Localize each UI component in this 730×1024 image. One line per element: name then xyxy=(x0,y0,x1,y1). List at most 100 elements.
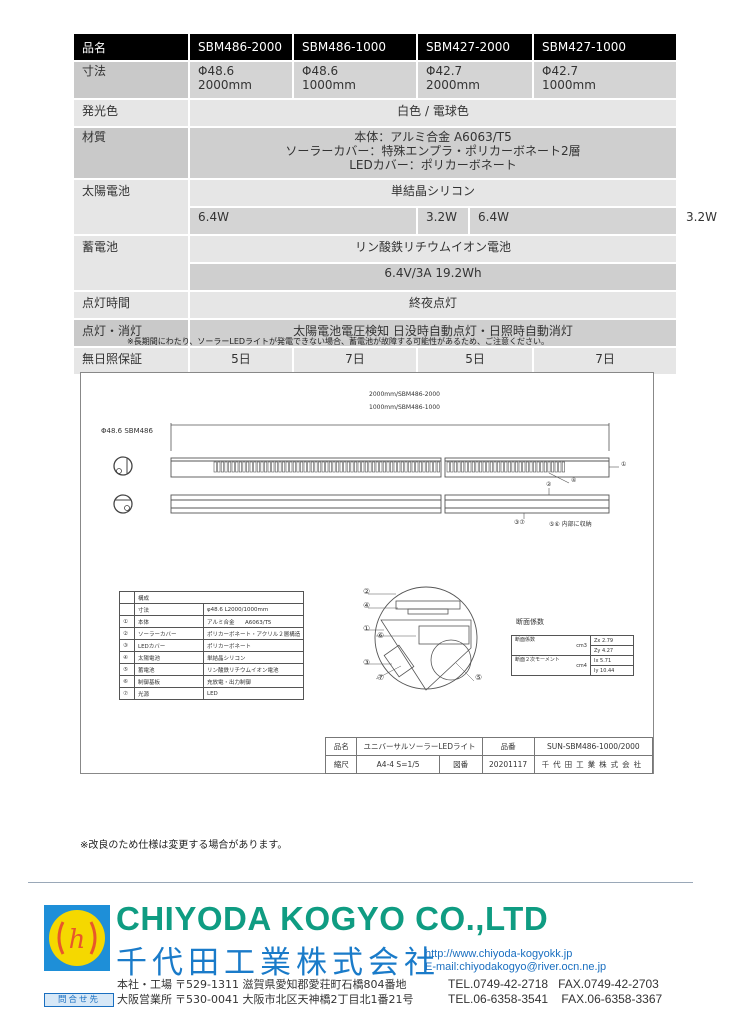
xs-callout-7: ⑦ xyxy=(377,673,385,682)
solar-cell xyxy=(479,461,483,473)
no-sun-4: 7日 xyxy=(532,346,679,376)
xs-callout-1: ① xyxy=(363,624,371,633)
battery-note: ※長期間にわたり、ソーラーLEDライトが発電できない場合、蓄電池が故障する可能性… xyxy=(127,337,550,346)
solar-cells-right xyxy=(446,461,565,473)
solar-cell xyxy=(551,461,555,473)
solar-cell xyxy=(522,461,526,473)
solar-cell xyxy=(256,461,260,473)
xs-callout-6: ⑥ xyxy=(377,631,385,640)
parts-dim-label: 寸法 xyxy=(134,603,204,616)
svg-text:h: h xyxy=(69,925,86,955)
solar-cell xyxy=(282,461,286,473)
light-time-label: 点灯時間 xyxy=(72,290,190,320)
xs-callout-4: ④ xyxy=(363,601,371,610)
parts-row: ② ソーラーカバー ポリカーボネート・アクリル２層構造 xyxy=(119,627,305,640)
solar-cell xyxy=(464,461,468,473)
solar-cell xyxy=(296,461,300,473)
title-block: 品名 ユニバーサルソーラーLEDライト 品番 SUN-SBM486-1000/2… xyxy=(324,737,654,774)
tube-bottom-view xyxy=(170,494,610,514)
solar-cell xyxy=(274,461,278,473)
inquiry-badge: 問合せ先 xyxy=(44,993,114,1007)
solar-cell xyxy=(429,461,433,473)
tb-part: SUN-SBM486-1000/2000 xyxy=(533,737,654,756)
solar-cell xyxy=(368,461,372,473)
callout-4: ④ xyxy=(571,477,577,484)
solar-cells-left xyxy=(213,461,440,473)
light-color-label: 発光色 xyxy=(72,98,190,128)
solar-cell xyxy=(224,461,228,473)
solar-cell xyxy=(415,461,419,473)
solar-cell xyxy=(325,461,329,473)
solar-cell xyxy=(350,461,354,473)
solar-cell xyxy=(364,461,368,473)
tb-name: ユニバーサルソーラーLEDライト xyxy=(356,737,483,756)
solar-cell xyxy=(422,461,426,473)
solar-cell xyxy=(343,461,347,473)
solar-cell xyxy=(307,461,311,473)
solar-cell xyxy=(461,461,465,473)
solar-cell xyxy=(561,461,565,473)
model-2: SBM486-1000 xyxy=(292,32,418,62)
solar-cell xyxy=(518,461,522,473)
solar-cell xyxy=(493,461,497,473)
solar-cell xyxy=(292,461,296,473)
header-label: 品名 xyxy=(72,32,190,62)
solar-cell xyxy=(533,461,537,473)
parts-row: ⑦ 光源 LED xyxy=(119,687,305,700)
solar-cell xyxy=(482,461,486,473)
solar-row: 太陽電池 単結晶シリコン xyxy=(72,178,679,236)
solar-cell xyxy=(486,461,490,473)
parts-row: ⑥ 制御基板 充放電・出力制御 xyxy=(119,675,305,688)
model-1: SBM486-2000 xyxy=(188,32,294,62)
no-sun-3: 5日 xyxy=(415,346,535,376)
tb-drawing-no: 20201117 xyxy=(481,755,535,774)
solar-cell xyxy=(379,461,383,473)
solar-cell xyxy=(375,461,379,473)
section-modulus-title: 断面係数 xyxy=(516,618,544,626)
solar-cell xyxy=(361,461,365,473)
solar-cell xyxy=(235,461,239,473)
parts-row: ④ 太陽電池 単結晶シリコン xyxy=(119,651,305,664)
light-time-value: 終夜点灯 xyxy=(187,290,679,320)
hq-tel: TEL.0749-42-2718 xyxy=(448,977,549,991)
solar-cell xyxy=(529,461,533,473)
company-name-en: CHIYODA KOGYO CO.,LTD xyxy=(116,900,549,937)
material-value: 本体：アルミ合金 A6063/T5 ソーラーカバー：特殊エンプラ・ポリカーボネート… xyxy=(187,126,679,180)
solar-cell xyxy=(515,461,519,473)
solar-label: 太陽電池 xyxy=(72,178,190,236)
solar-cell xyxy=(418,461,422,473)
solar-cell xyxy=(310,461,314,473)
dim-cell-1: Φ48.6 2000mm xyxy=(188,60,294,100)
solar-cell xyxy=(525,461,529,473)
solar-cell xyxy=(468,461,472,473)
solar-cell xyxy=(536,461,540,473)
website-link[interactable]: http://www.chiyoda-kogyokk.jp xyxy=(425,948,606,961)
material-label: 材質 xyxy=(72,126,190,180)
battery-spec: 6.4V/3A 19.2Wh xyxy=(187,262,679,292)
cross-section-drawing xyxy=(368,586,478,691)
solar-cell xyxy=(354,461,358,473)
callout-3-7: ③⑦ xyxy=(514,519,525,526)
section-modulus-table: 断面係数 cm3 Zx 2.79 Zy 4.27 断面２次モーメント cm4 Ix 5.… xyxy=(511,635,634,676)
callout-5-6: ⑤⑥ 内部に収納 xyxy=(549,521,592,528)
hq-fax: FAX.0749-42-2703 xyxy=(558,977,659,991)
dim-cell-4: Φ42.7 1000mm xyxy=(532,60,679,100)
solar-cell xyxy=(436,461,440,473)
spec-header-row: 品名 SBM486-2000 SBM486-1000 SBM427-2000 S… xyxy=(72,32,679,62)
solar-cell xyxy=(547,461,551,473)
solar-cell xyxy=(346,461,350,473)
solar-cell xyxy=(339,461,343,473)
solar-cell xyxy=(271,461,275,473)
solar-cell xyxy=(328,461,332,473)
email-link[interactable]: E-mail:chiyodakogyo@river.ocn.ne.jp xyxy=(425,961,606,974)
solar-cell xyxy=(400,461,404,473)
solar-cell xyxy=(554,461,558,473)
osaka-tel: TEL.06-6358-3541 xyxy=(448,992,549,1006)
parts-row: ① 本体 アルミ合金 A6063/T5 xyxy=(119,615,305,628)
osaka-fax: FAX.06-6358-3367 xyxy=(561,992,663,1006)
end-view-icon-top xyxy=(113,456,133,476)
solar-cell xyxy=(500,461,504,473)
solar-watt-1: 6.4W xyxy=(188,206,418,236)
solar-cell xyxy=(289,461,293,473)
solar-cell xyxy=(404,461,408,473)
